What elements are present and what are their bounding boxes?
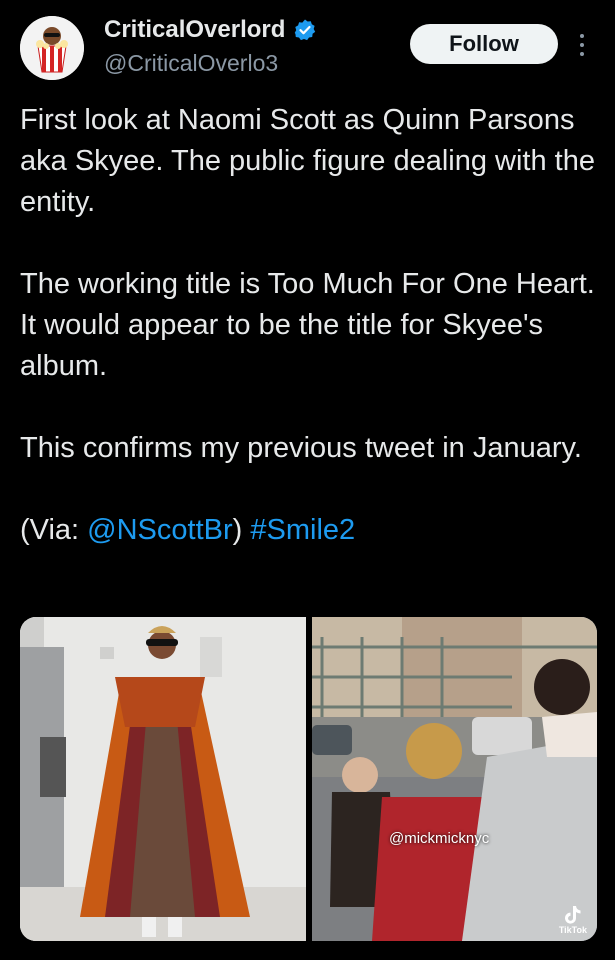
popcorn-avatar-icon bbox=[20, 16, 84, 80]
tweet-via-line: (Via: @NScottBr) #Smile2 bbox=[20, 510, 600, 551]
tiktok-icon bbox=[564, 906, 581, 924]
more-options-icon[interactable] bbox=[574, 28, 590, 62]
via-suffix: ) bbox=[232, 514, 243, 546]
author-handle[interactable]: @CriticalOverlo3 bbox=[104, 50, 278, 77]
runway-photo-image bbox=[20, 617, 306, 941]
media-photo-right[interactable]: @mickmicknyc TikTok bbox=[312, 617, 597, 941]
tweet-paragraph: This confirms my previous tweet in Janua… bbox=[20, 432, 582, 464]
tweet-media-grid: @mickmicknyc TikTok bbox=[20, 617, 597, 941]
media-photo-left[interactable] bbox=[20, 617, 306, 941]
mention-link[interactable]: @NScottBr bbox=[87, 514, 232, 546]
tweet-paragraph: The working title is Too Much For One He… bbox=[20, 268, 595, 382]
via-prefix: (Via: bbox=[20, 514, 88, 546]
street-video-image bbox=[312, 617, 597, 941]
tiktok-label: TikTok bbox=[558, 925, 587, 935]
tiktok-logo: TikTok bbox=[559, 905, 587, 935]
author-name-row: CriticalOverlord bbox=[104, 16, 317, 44]
hashtag-link[interactable]: #Smile2 bbox=[250, 514, 355, 546]
author-avatar[interactable] bbox=[20, 16, 84, 80]
tweet-text: First look at Naomi Scott as Quinn Parso… bbox=[20, 100, 600, 551]
author-display-name[interactable]: CriticalOverlord bbox=[104, 16, 285, 44]
verified-badge-icon bbox=[295, 19, 316, 41]
video-watermark: @mickmicknyc bbox=[389, 830, 490, 847]
tweet-header: CriticalOverlord @CriticalOverlo3 Follow bbox=[0, 0, 615, 96]
tweet-paragraph: First look at Naomi Scott as Quinn Parso… bbox=[20, 104, 595, 218]
follow-button[interactable]: Follow bbox=[410, 24, 558, 64]
